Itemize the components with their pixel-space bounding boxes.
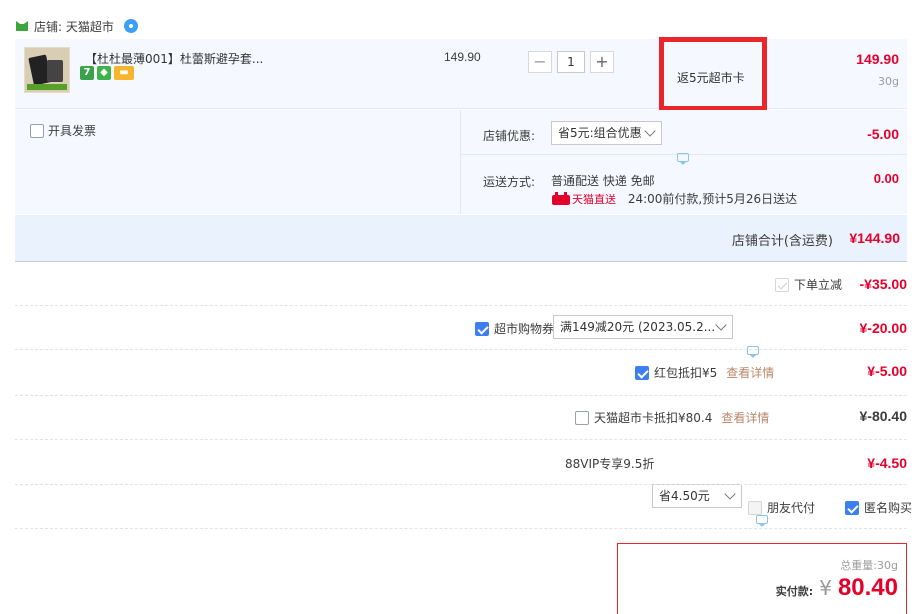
coupon-amount: ¥-20.00 [859,320,907,336]
unit-price: 149.90 [444,50,481,64]
payment-summary-box: 总重量:30g 实付款: ¥ 80.40 [617,543,907,614]
card-details-link[interactable]: 查看详情 [721,409,769,426]
chevron-down-icon [715,319,727,331]
card-amount: ¥-80.40 [859,408,907,424]
shop-discount-value: 省5元:组合优惠 [558,126,642,140]
order-cut-checkbox [775,277,789,292]
tmall-direct-label: 天猫直送 [572,193,616,206]
vip-amount: ¥-4.50 [867,455,907,471]
shop-total-label: 店铺合计(含运费) [731,234,833,249]
shipping-amount: 0.00 [873,171,899,186]
quantity-stepper: − 1 + [528,51,614,73]
shop-header: 店铺: 天猫超市 [16,14,138,38]
item-weight: 30g [878,75,899,88]
coupon-select[interactable]: 满149减20元 (2023.05.2... [553,315,733,339]
shop-discount-label: 店铺优惠: [483,129,536,143]
comment-icon[interactable] [677,153,689,165]
item-total-price: 149.90 [856,51,899,67]
delivery-info: 天猫直送 24:00前付款,预计5月26日送达 [552,190,797,207]
redpacket-checkbox[interactable] [635,365,649,380]
supermarket-card-icon: ▬ [114,66,134,80]
redpacket-option: 红包抵扣¥5 查看详情 [635,364,774,381]
payable-amount: 80.40 [837,574,898,601]
order-cut-label: 下单立减 [794,278,843,292]
payable-amount-line: 实付款: ¥ 80.40 [776,574,898,602]
invoice-option[interactable]: 开具发票 [30,122,96,139]
shop-discount-select[interactable]: 省5元:组合优惠 [551,121,662,145]
divider [15,305,907,306]
total-weight: 总重量:30g [840,557,898,573]
product-thumbnail[interactable] [24,47,70,93]
vip-label: 88VIP专享9.5折 [565,457,655,471]
coupon-option: 超市购物券 [475,320,554,337]
divider [15,349,907,350]
redpacket-details-link[interactable]: 查看详情 [726,364,774,381]
tmall-cat-icon [552,191,570,205]
shop-total-bar: 店铺合计(含运费) ¥144.90 [15,215,907,262]
product-title[interactable]: 【杜杜最薄001】杜蕾斯避孕套... [85,50,263,67]
vip-discount-select[interactable]: 省4.50元 [652,484,742,508]
shop-total-amount: ¥144.90 [849,230,900,246]
redpacket-amount: ¥-5.00 [867,363,907,379]
shipping-method: 普通配送 快递 免邮 [551,174,655,188]
coupon-checkbox[interactable] [475,321,489,336]
currency-symbol: ¥ [819,576,832,600]
friend-pay-checkbox [748,500,762,515]
card-option: 天猫超市卡抵扣¥80.4 查看详情 [575,409,769,426]
shop-name[interactable]: 店铺: 天猫超市 [34,18,114,35]
chevron-down-icon [724,488,736,500]
seven-day-return-icon: 7 [80,66,94,80]
quantity-decrease-button[interactable]: − [528,51,552,73]
divider [15,439,907,440]
order-cut-amount: -¥35.00 [859,276,907,292]
divider [15,395,907,396]
invoice-label: 开具发票 [48,124,97,138]
cashback-promo-text: 返5元超市卡 [677,71,745,85]
divider [460,110,461,214]
divider [15,528,907,529]
delivery-estimate: 24:00前付款,预计5月26日送达 [627,192,798,206]
comment-icon[interactable] [747,346,759,358]
shop-options-panel: 开具发票 店铺优惠: 省5元:组合优惠 -5.00 运送方式: 普通配送 快递 … [15,110,907,214]
redpacket-label: 红包抵扣¥5 [654,366,718,380]
friend-pay-option: 朋友代付 [748,499,815,516]
anonymous-checkbox[interactable] [845,500,859,515]
shipping-label: 运送方式: [483,175,536,189]
chevron-down-icon [644,125,656,137]
item-row: 【杜杜最薄001】杜蕾斯避孕套... 7 ◆ ▬ 149.90 − 1 + 返5… [15,37,907,111]
guarantee-icon: ◆ [97,66,111,80]
shop-discount-amount: -5.00 [867,126,899,142]
coupon-value: 满149减20元 (2023.05.2... [560,320,716,334]
invoice-checkbox[interactable] [30,123,44,138]
product-badges: 7 ◆ ▬ [80,66,134,80]
order-cut-option: 下单立减 [775,276,842,293]
total-weight-value: 30g [877,559,898,572]
card-label: 天猫超市卡抵扣¥80.4 [594,411,713,425]
comment-icon[interactable] [756,515,768,527]
coupon-label: 超市购物券 [494,322,555,336]
wangwang-chat-icon[interactable] [123,19,138,33]
quantity-input[interactable]: 1 [557,51,585,73]
anonymous-label: 匿名购买 [864,501,913,515]
payable-label: 实付款: [775,585,814,598]
card-checkbox[interactable] [575,410,589,425]
divider [15,484,907,485]
anonymous-option: 匿名购买 [845,499,912,516]
quantity-increase-button[interactable]: + [590,51,614,73]
shop-icon [16,21,28,31]
vip-discount-value: 省4.50元 [659,489,710,503]
friend-pay-label: 朋友代付 [767,501,816,515]
total-weight-label: 总重量: [840,559,878,572]
